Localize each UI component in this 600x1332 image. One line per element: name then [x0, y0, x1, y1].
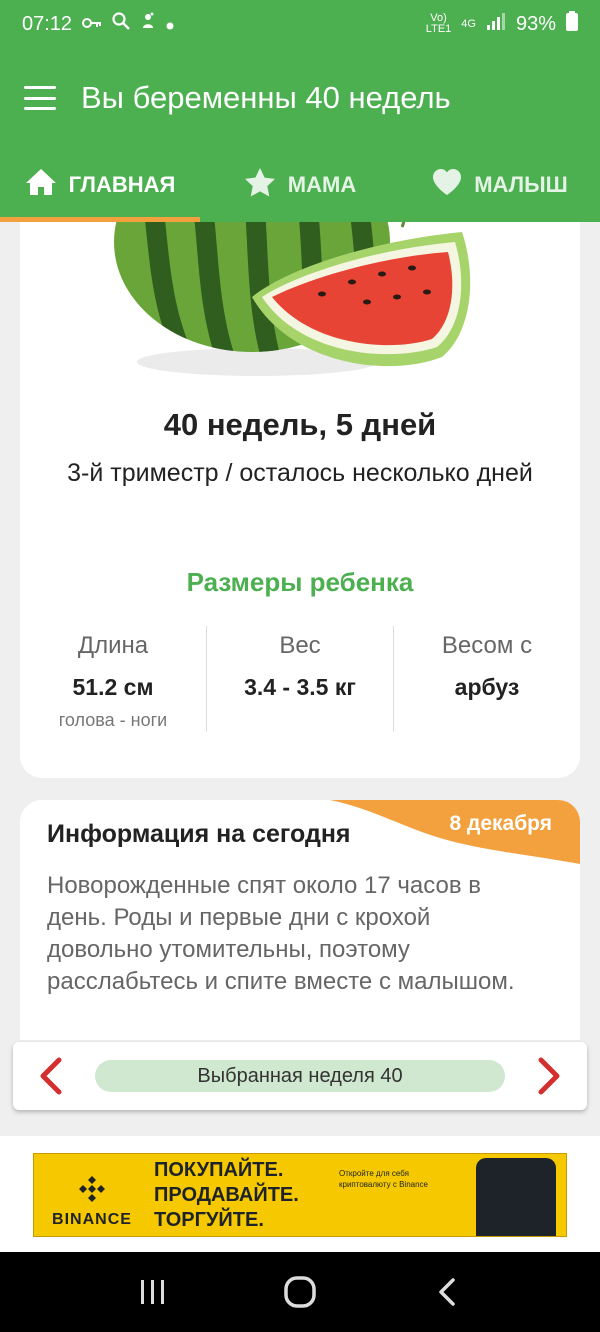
info-date: 8 декабря	[449, 812, 553, 835]
chevron-left-icon	[40, 1057, 62, 1095]
heart-icon	[432, 168, 462, 202]
app-bar: Вы беременны 40 недель	[0, 48, 600, 148]
ad-banner[interactable]: BINANCE ПОКУПАЙТЕ. ПРОДАВАЙТЕ. ТОРГУЙТЕ.…	[33, 1153, 567, 1237]
stat-length-sub: голова - ноги	[58, 710, 168, 730]
pregnancy-card: 40 недель, 5 дней 3-й триместр / осталос…	[20, 222, 580, 778]
signal-icon	[486, 12, 506, 36]
tab-bar: ГЛАВНАЯ МАМА МАЛЫШ	[0, 148, 600, 222]
recent-apps-button[interactable]	[123, 1272, 183, 1312]
volte-indicator: Vo) LTE1	[425, 12, 452, 35]
star-icon	[244, 167, 276, 203]
home-button[interactable]	[270, 1272, 330, 1312]
tab-main-label: ГЛАВНАЯ	[68, 172, 176, 197]
app-title: Вы беременны 40 недель	[81, 80, 451, 115]
trimester-text: 3-й триместр / осталось несколько дней	[67, 459, 533, 487]
system-nav-bar	[0, 1252, 600, 1332]
search-icon	[112, 12, 130, 36]
chevron-right-icon	[538, 1057, 560, 1095]
stat-weight-label: Вес	[279, 632, 321, 659]
main-content[interactable]: 40 недель, 5 дней 3-й триместр / осталос…	[0, 222, 600, 1252]
binance-logo-icon	[79, 1176, 105, 1202]
tab-mom-label: МАМА	[287, 172, 357, 197]
baby-sizes-title: Размеры ребенка	[186, 567, 414, 597]
status-time: 07:12	[22, 12, 73, 35]
battery-percent: 93%	[515, 12, 556, 35]
stat-weight: Вес 3.4 - 3.5 кг	[206, 626, 393, 732]
info-title: Информация на сегодня	[47, 820, 351, 848]
tab-baby[interactable]: МАЛЫШ	[400, 148, 600, 222]
ad-brand: BINANCE	[42, 1174, 142, 1229]
battery-icon	[566, 11, 578, 37]
selected-week-pill[interactable]: Выбранная неделя 40	[95, 1060, 505, 1092]
ad-line-2: ПРОДАВАЙТЕ.	[154, 1184, 299, 1206]
baby-stats: Длина 51.2 см голова - ноги Вес 3.4 - 3.…	[20, 626, 580, 732]
next-week-button[interactable]	[525, 1054, 569, 1098]
tab-baby-label: МАЛЫШ	[474, 172, 568, 197]
info-today-card: 8 декабря Информация на сегодня Новорожд…	[20, 800, 580, 1040]
home-circle-icon	[284, 1276, 316, 1308]
stat-size-like-label: Весом с	[441, 632, 533, 659]
back-icon	[438, 1278, 455, 1306]
ad-phone-image	[476, 1158, 556, 1236]
recent-apps-icon	[141, 1280, 165, 1304]
stat-size-like-value: арбуз	[454, 674, 520, 700]
ad-area: BINANCE ПОКУПАЙТЕ. ПРОДАВАЙТЕ. ТОРГУЙТЕ.…	[0, 1136, 600, 1252]
week-title: 40 недель, 5 дней	[163, 407, 437, 442]
stat-size-like: Весом с арбуз	[393, 626, 580, 732]
tab-main[interactable]: ГЛАВНАЯ	[0, 148, 200, 222]
stat-length-value: 51.2 см	[72, 674, 154, 700]
info-text: Новорожденные спят около 17 часов в день…	[47, 872, 515, 995]
back-button[interactable]	[417, 1272, 477, 1312]
network-type-indicator: 4G	[461, 17, 476, 30]
ad-line-3: ТОРГУЙТЕ.	[154, 1209, 264, 1231]
ad-headline: ПОКУПАЙТЕ. ПРОДАВАЙТЕ. ТОРГУЙТЕ.	[154, 1158, 299, 1233]
ad-small-text: Откройте для себя криптовалюту с Binance	[339, 1169, 428, 1189]
key-icon	[82, 13, 102, 36]
home-icon	[25, 167, 57, 203]
stat-length-label: Длина	[77, 632, 149, 659]
menu-icon[interactable]	[24, 86, 56, 110]
week-navigator: Выбранная неделя 40	[13, 1042, 587, 1110]
ad-brand-text: BINANCE	[52, 1211, 132, 1228]
watermelon-illustration	[114, 222, 471, 376]
stat-weight-value: 3.4 - 3.5 кг	[244, 674, 356, 700]
notification-dot-icon	[166, 13, 174, 36]
ad-line-1: ПОКУПАЙТЕ.	[154, 1159, 284, 1181]
status-bar: 07:12 Vo) LTE1 4G 93%	[0, 0, 600, 48]
app-notification-icon	[140, 12, 156, 36]
stat-length: Длина 51.2 см голова - ноги	[20, 626, 206, 732]
previous-week-button[interactable]	[31, 1054, 75, 1098]
tab-mom[interactable]: МАМА	[200, 148, 400, 222]
